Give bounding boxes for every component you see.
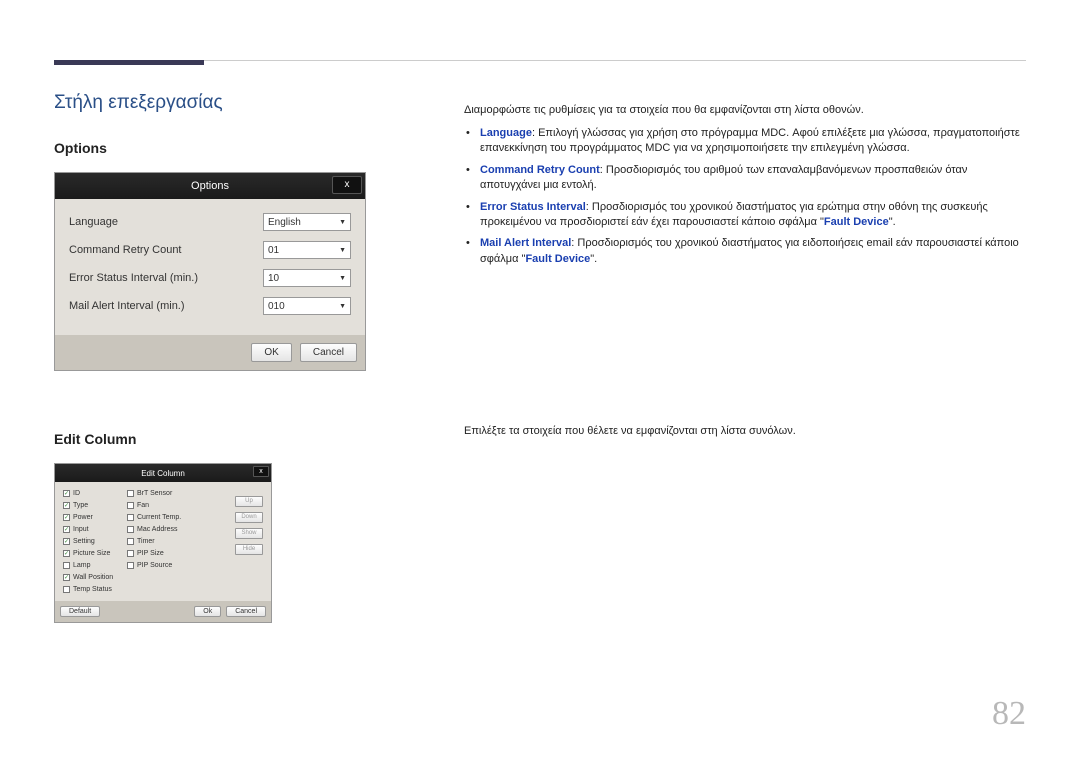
dialog-titlebar: Edit Column x	[55, 464, 271, 482]
retry-select[interactable]: 01	[263, 241, 351, 259]
column-option-label: PIP Source	[137, 562, 172, 569]
column-option[interactable]: Picture Size	[63, 550, 121, 557]
options-intro: Διαμορφώστε τις ρυθμίσεις για τα στοιχεί…	[464, 104, 1026, 116]
column-option-label: Wall Position	[73, 574, 113, 581]
column-option-label: Current Temp.	[137, 514, 181, 521]
column-option[interactable]: Power	[63, 514, 121, 521]
column-option[interactable]: Timer	[127, 538, 185, 545]
down-button[interactable]: Down	[235, 512, 263, 523]
retry-label: Command Retry Count	[69, 244, 263, 256]
column-option[interactable]: Type	[63, 502, 121, 509]
language-label: Language	[69, 216, 263, 228]
hide-button[interactable]: Hide	[235, 544, 263, 555]
checkbox-icon[interactable]	[127, 502, 134, 509]
checkbox-icon[interactable]	[127, 562, 134, 569]
bullet-mail: Mail Alert Interval: Προσδιορισμός του χ…	[464, 236, 1026, 267]
checkbox-icon[interactable]	[63, 490, 70, 497]
column-option-label: BrT Sensor	[137, 490, 172, 497]
column-option-label: Type	[73, 502, 88, 509]
editcolumn-intro: Επιλέξτε τα στοιχεία που θέλετε να εμφαν…	[464, 425, 796, 437]
checkbox-icon[interactable]	[63, 502, 70, 509]
column-option[interactable]: Lamp	[63, 562, 121, 569]
column-option-label: Lamp	[73, 562, 91, 569]
error-interval-label: Error Status Interval (min.)	[69, 272, 263, 284]
editcolumn-dialog: Edit Column x ID Type Power Input Setting Pic…	[54, 463, 272, 623]
column-option-label: Input	[73, 526, 89, 533]
column-option[interactable]: Input	[63, 526, 121, 533]
column-option[interactable]: PIP Source	[127, 562, 185, 569]
checkbox-icon[interactable]	[63, 550, 70, 557]
column-option[interactable]: Mac Address	[127, 526, 185, 533]
close-icon[interactable]: x	[332, 176, 362, 194]
checkbox-icon[interactable]	[127, 514, 134, 521]
column-option-label: ID	[73, 490, 80, 497]
ok-button[interactable]: Ok	[194, 606, 221, 617]
column-option[interactable]: Temp Status	[63, 586, 121, 593]
options-heading: Options	[54, 140, 374, 156]
page-number: 82	[992, 695, 1026, 733]
checkbox-icon[interactable]	[63, 562, 70, 569]
bullet-language: Language: Επιλογή γλώσσας για χρήση στο …	[464, 126, 1026, 157]
checkbox-icon[interactable]	[127, 538, 134, 545]
checkbox-icon[interactable]	[127, 526, 134, 533]
checkbox-icon[interactable]	[63, 514, 70, 521]
editcolumn-heading: Edit Column	[54, 431, 374, 447]
column-option[interactable]: Wall Position	[63, 574, 121, 581]
dialog-titlebar: Options x	[55, 173, 365, 199]
mail-interval-label: Mail Alert Interval (min.)	[69, 300, 263, 312]
column-option-label: PIP Size	[137, 550, 164, 557]
options-dialog: Options x Language English Command Retry…	[54, 172, 366, 371]
column-option-label: Power	[73, 514, 93, 521]
checkbox-icon[interactable]	[127, 490, 134, 497]
checkbox-icon[interactable]	[63, 574, 70, 581]
column-option[interactable]: Fan	[127, 502, 185, 509]
bullet-error: Error Status Interval: Προσδιορισμός του…	[464, 200, 1026, 231]
cancel-button[interactable]: Cancel	[226, 606, 266, 617]
show-button[interactable]: Show	[235, 528, 263, 539]
accent-bar	[54, 60, 204, 65]
close-icon[interactable]: x	[253, 466, 269, 477]
checkbox-icon[interactable]	[127, 550, 134, 557]
column-option[interactable]: Current Temp.	[127, 514, 185, 521]
error-interval-select[interactable]: 10	[263, 269, 351, 287]
column-option[interactable]: Setting	[63, 538, 121, 545]
dialog-title: Edit Column	[141, 469, 185, 478]
column-option-label: Timer	[137, 538, 155, 545]
column-option-label: Setting	[73, 538, 95, 545]
column-option-label: Picture Size	[73, 550, 110, 557]
checkbox-icon[interactable]	[63, 526, 70, 533]
column-option[interactable]: ID	[63, 490, 121, 497]
column-option-label: Mac Address	[137, 526, 177, 533]
cancel-button[interactable]: Cancel	[300, 343, 357, 362]
checkbox-icon[interactable]	[63, 538, 70, 545]
default-button[interactable]: Default	[60, 606, 100, 617]
up-button[interactable]: Up	[235, 496, 263, 507]
checkbox-icon[interactable]	[63, 586, 70, 593]
column-option[interactable]: BrT Sensor	[127, 490, 185, 497]
language-select[interactable]: English	[263, 213, 351, 231]
dialog-title: Options	[191, 180, 229, 192]
column-option-label: Temp Status	[73, 586, 112, 593]
mail-interval-select[interactable]: 010	[263, 297, 351, 315]
column-option-label: Fan	[137, 502, 149, 509]
ok-button[interactable]: OK	[251, 343, 291, 362]
section-title: Στήλη επεξεργασίας	[54, 92, 374, 114]
bullet-retry: Command Retry Count: Προσδιορισμός του α…	[464, 163, 1026, 194]
column-option[interactable]: PIP Size	[127, 550, 185, 557]
